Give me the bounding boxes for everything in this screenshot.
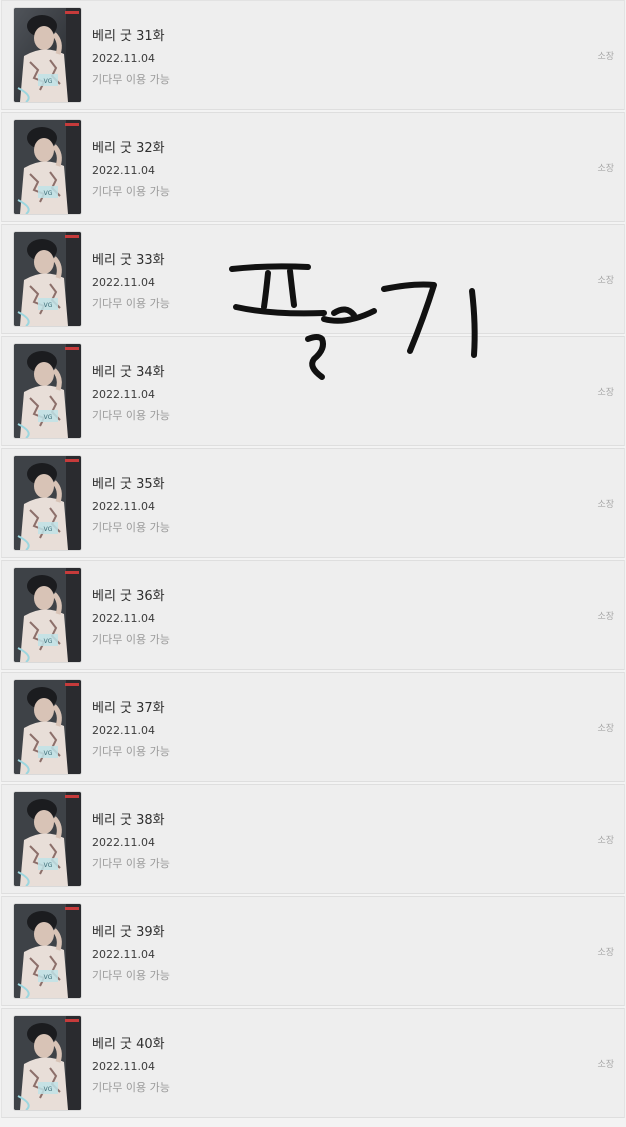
owned-badge: 소장 [597, 1060, 614, 1070]
svg-text:VG: VG [44, 414, 53, 421]
wait-free-status: 기다무 이용 가능 [92, 857, 170, 870]
episode-row[interactable]: VG 베리 굿 39화 2022.11.04 기다무 이용 가능 소장 [1, 896, 625, 1006]
wait-free-status: 기다무 이용 가능 [92, 185, 170, 198]
svg-text:VG: VG [44, 974, 53, 981]
owned-badge: 소장 [597, 500, 614, 510]
cover-thumbnail: VG [14, 904, 81, 998]
episode-date: 2022.11.04 [92, 500, 155, 513]
wait-free-status: 기다무 이용 가능 [92, 297, 170, 310]
svg-text:VG: VG [44, 190, 53, 197]
episode-title: 베리 굿 31화 [92, 29, 165, 44]
cover-thumbnail: VG [14, 1016, 81, 1110]
episode-row[interactable]: VG 베리 굿 40화 2022.11.04 기다무 이용 가능 소장 [1, 1008, 625, 1118]
cover-thumbnail: VG [14, 232, 81, 326]
episode-title: 베리 굿 33화 [92, 253, 165, 268]
owned-badge: 소장 [597, 276, 614, 286]
episode-date: 2022.11.04 [92, 836, 155, 849]
wait-free-status: 기다무 이용 가능 [92, 409, 170, 422]
owned-badge: 소장 [597, 52, 614, 62]
svg-text:VG: VG [44, 78, 53, 85]
episode-date: 2022.11.04 [92, 276, 155, 289]
episode-title: 베리 굿 39화 [92, 925, 165, 940]
svg-text:VG: VG [44, 862, 53, 869]
episode-date: 2022.11.04 [92, 1060, 155, 1073]
episode-row[interactable]: VG 베리 굿 37화 2022.11.04 기다무 이용 가능 소장 [1, 672, 625, 782]
owned-badge: 소장 [597, 164, 614, 174]
episode-title: 베리 굿 35화 [92, 477, 165, 492]
episode-list: VG 베리 굿 31화 2022.11.04 기다무 이용 가능 소장 VG 베… [0, 0, 626, 1127]
owned-badge: 소장 [597, 724, 614, 734]
episode-title: 베리 굿 38화 [92, 813, 165, 828]
episode-date: 2022.11.04 [92, 612, 155, 625]
wait-free-status: 기다무 이용 가능 [92, 521, 170, 534]
svg-text:VG: VG [44, 750, 53, 757]
episode-row[interactable]: VG 베리 굿 35화 2022.11.04 기다무 이용 가능 소장 [1, 448, 625, 558]
episode-title: 베리 굿 36화 [92, 589, 165, 604]
cover-thumbnail: VG [14, 680, 81, 774]
wait-free-status: 기다무 이용 가능 [92, 1081, 170, 1094]
episode-date: 2022.11.04 [92, 724, 155, 737]
svg-text:VG: VG [44, 526, 53, 533]
episode-date: 2022.11.04 [92, 388, 155, 401]
svg-text:VG: VG [44, 638, 53, 645]
episode-date: 2022.11.04 [92, 52, 155, 65]
owned-badge: 소장 [597, 612, 614, 622]
wait-free-status: 기다무 이용 가능 [92, 633, 170, 646]
wait-free-status: 기다무 이용 가능 [92, 745, 170, 758]
wait-free-status: 기다무 이용 가능 [92, 73, 170, 86]
svg-text:VG: VG [44, 302, 53, 309]
cover-thumbnail: VG [14, 8, 81, 102]
wait-free-status: 기다무 이용 가능 [92, 969, 170, 982]
episode-row[interactable]: VG 베리 굿 34화 2022.11.04 기다무 이용 가능 소장 [1, 336, 625, 446]
owned-badge: 소장 [597, 388, 614, 398]
svg-text:VG: VG [44, 1086, 53, 1093]
episode-title: 베리 굿 40화 [92, 1037, 165, 1052]
cover-thumbnail: VG [14, 456, 81, 550]
cover-thumbnail: VG [14, 568, 81, 662]
cover-thumbnail: VG [14, 792, 81, 886]
episode-title: 베리 굿 37화 [92, 701, 165, 716]
episode-row[interactable]: VG 베리 굿 36화 2022.11.04 기다무 이용 가능 소장 [1, 560, 625, 670]
episode-title: 베리 굿 34화 [92, 365, 165, 380]
cover-thumbnail: VG [14, 120, 81, 214]
episode-row[interactable]: VG 베리 굿 31화 2022.11.04 기다무 이용 가능 소장 [1, 0, 625, 110]
episode-date: 2022.11.04 [92, 164, 155, 177]
episode-row[interactable]: VG 베리 굿 38화 2022.11.04 기다무 이용 가능 소장 [1, 784, 625, 894]
cover-thumbnail: VG [14, 344, 81, 438]
owned-badge: 소장 [597, 836, 614, 846]
episode-title: 베리 굿 32화 [92, 141, 165, 156]
owned-badge: 소장 [597, 948, 614, 958]
episode-row[interactable]: VG 베리 굿 32화 2022.11.04 기다무 이용 가능 소장 [1, 112, 625, 222]
episode-row[interactable]: VG 베리 굿 33화 2022.11.04 기다무 이용 가능 소장 [1, 224, 625, 334]
episode-date: 2022.11.04 [92, 948, 155, 961]
